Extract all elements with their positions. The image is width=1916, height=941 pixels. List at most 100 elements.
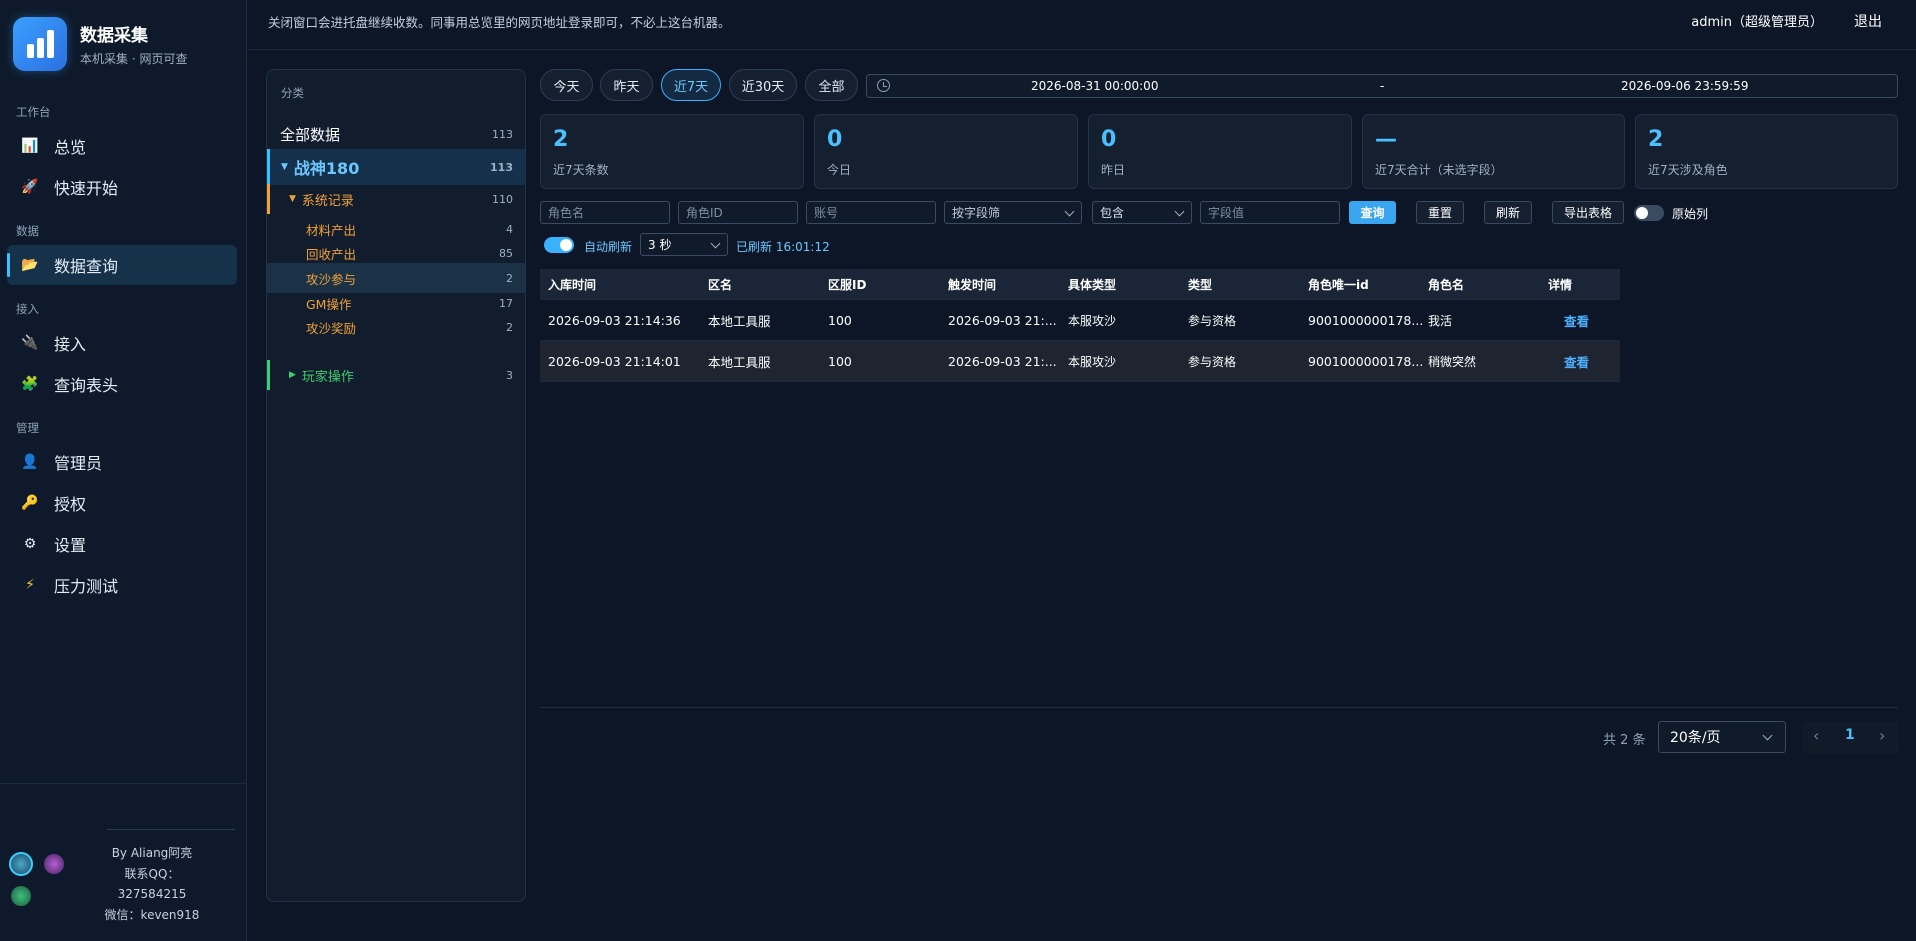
category-count: 113 (492, 127, 513, 141)
table-cell: 本服攻沙 (1068, 354, 1117, 369)
theme-dot-purple[interactable] (42, 852, 66, 876)
nav-item-license[interactable]: 🔑 授权 (7, 483, 237, 523)
pager: ‹ 1 › (1803, 721, 1899, 753)
range-all-button[interactable]: 全部 (805, 69, 858, 101)
query-button[interactable]: 查询 (1349, 201, 1396, 224)
category-all[interactable]: 全部数据 113 (267, 117, 525, 151)
column-header: 角色唯一id (1308, 277, 1369, 292)
auto-refresh-label: 自动刷新 (584, 240, 633, 254)
range-yesterday-button[interactable]: 昨天 (600, 69, 653, 101)
nav-item-admins[interactable]: 👤 管理员 (7, 442, 237, 482)
brand: 数据采集 本机采集 · 网页可查 (13, 17, 187, 71)
credit-block: By Aliang阿亮 联系QQ： 327584215 微信：keven918 (82, 843, 222, 925)
category-count: 4 (506, 222, 513, 236)
category-game[interactable]: ▼ 战神180 113 (267, 149, 525, 185)
credit-wechat: 微信：keven918 (104, 907, 200, 922)
nav-section-access: 接入 (16, 302, 39, 316)
view-detail-link[interactable]: 查看 (1564, 352, 1589, 371)
caret-right-icon: ▶ (289, 370, 296, 380)
refresh-button[interactable]: 刷新 (1484, 201, 1532, 224)
nav-item-query-headers[interactable]: 🧩 查询表头 (7, 364, 237, 404)
credit-qq-label: 联系QQ： (124, 866, 180, 881)
stat-value: 0 (827, 127, 843, 152)
nav-item-label: 数据查询 (54, 257, 119, 276)
category-label: 战神180 (293, 159, 360, 178)
key-icon: 🔑 (21, 495, 39, 511)
select-value: 按字段筛 (952, 206, 1001, 220)
table-cell: 9001000000178... (1308, 312, 1424, 328)
next-page-icon[interactable]: › (1879, 726, 1885, 745)
view-detail-link[interactable]: 查看 (1564, 311, 1589, 330)
nav-item-label: 快速开始 (54, 179, 119, 198)
admin-icon: 👤 (21, 454, 39, 470)
export-button[interactable]: 导出表格 (1552, 201, 1624, 224)
table-cell: 2026-09-03 21:14:01 (548, 353, 681, 369)
credit-author: By Aliang阿亮 (111, 846, 193, 860)
current-user: admin（超级管理员） (1691, 15, 1823, 30)
theme-dot-cyan[interactable] (9, 852, 33, 876)
tray-notice: 关闭窗口会进托盘继续收数。同事用总览里的网页地址登录即可，不必上这台机器。 (268, 15, 731, 30)
nav-item-quick-start[interactable]: 🚀 快速开始 (7, 167, 237, 207)
role-name-input[interactable]: 角色名 (540, 201, 670, 224)
column-header: 触发时间 (948, 277, 997, 292)
raw-columns-toggle[interactable] (1634, 205, 1664, 221)
match-mode-select[interactable]: 包含 (1092, 201, 1192, 224)
field-value-input[interactable]: 字段值 (1200, 201, 1340, 224)
nav-item-settings[interactable]: ⚙ 设置 (7, 524, 237, 564)
table-row: 2026-09-03 21:14:01 本地工具服 100 2026-09-03… (540, 341, 1620, 382)
page-number[interactable]: 1 (1845, 727, 1855, 743)
stat-value: 2 (1648, 127, 1664, 152)
chevron-down-icon (1762, 730, 1773, 741)
nav-section-data: 数据 (16, 224, 39, 238)
nav-item-data-query[interactable]: 📂 数据查询 (7, 245, 237, 285)
category-count: 2 (506, 320, 513, 334)
reset-button[interactable]: 重置 (1416, 201, 1464, 224)
range-today-button[interactable]: 今天 (540, 69, 593, 101)
nav-item-label: 接入 (54, 335, 87, 354)
date-range-picker[interactable]: 2026-08-31 00:00:00 - 2026-09-06 23:59:5… (866, 74, 1898, 98)
stat-card: 2 近7天条数 (540, 114, 804, 189)
puzzle-icon: 🧩 (21, 376, 39, 392)
auto-refresh-toggle[interactable] (544, 237, 574, 253)
field-filter-select[interactable]: 按字段筛 (944, 201, 1082, 224)
select-value: 3 秒 (648, 238, 672, 252)
date-range-end: 2026-09-06 23:59:59 (1621, 79, 1749, 93)
stat-value: 2 (553, 127, 569, 152)
refresh-interval-select[interactable]: 3 秒 (640, 233, 728, 256)
category-panel: 分类 全部数据 113 ▼ 战神180 113 ▼ 系统记录 110 材料产出 … (266, 69, 526, 902)
range-30days-button[interactable]: 近30天 (729, 69, 797, 101)
table-cell: 参与资格 (1188, 313, 1237, 328)
column-header: 类型 (1188, 277, 1213, 292)
nav-item-overview[interactable]: 📊 总览 (7, 126, 237, 166)
role-id-input[interactable]: 角色ID (678, 201, 798, 224)
nav-item-stress-test[interactable]: ⚡ 压力测试 (7, 565, 237, 605)
stat-card: — 近7天合计（未选字段） (1362, 114, 1625, 189)
nav-item-access[interactable]: 🔌 接入 (7, 323, 237, 363)
prev-page-icon[interactable]: ‹ (1813, 726, 1819, 745)
account-input[interactable]: 账号 (806, 201, 936, 224)
category-count: 17 (499, 296, 513, 310)
category-system-records[interactable]: ▼ 系统记录 110 (267, 184, 525, 214)
nav-section-workbench: 工作台 (16, 105, 51, 119)
stat-label: 近7天条数 (553, 163, 609, 177)
logout-button[interactable]: 退出 (1854, 11, 1882, 31)
date-range-separator: - (1380, 79, 1385, 93)
nav-item-label: 管理员 (54, 454, 103, 473)
theme-dot-green[interactable] (9, 884, 33, 908)
table-cell: 本地工具服 (708, 354, 771, 370)
range-7days-button[interactable]: 近7天 (661, 69, 721, 101)
category-label: 系统记录 (301, 193, 354, 209)
category-count: 2 (506, 271, 513, 285)
table-header-row: 入库时间 区名 区服ID 触发时间 具体类型 类型 角色唯一id 角色名 详情 (540, 269, 1620, 300)
table-cell: 2026-09-03 21:... (948, 353, 1057, 369)
column-header: 区服ID (828, 277, 867, 292)
nav-item-label: 设置 (54, 536, 87, 555)
nav-item-label: 查询表头 (54, 376, 119, 395)
category-header: 分类 (281, 86, 304, 100)
category-count: 113 (490, 160, 513, 174)
category-sub-item[interactable]: 攻沙奖励 2 (267, 312, 525, 342)
category-player-actions[interactable]: ▶ 玩家操作 3 (267, 360, 525, 390)
table-cell: 参与资格 (1188, 354, 1237, 369)
page-size-select[interactable]: 20条/页 (1658, 721, 1786, 753)
category-count: 85 (499, 246, 513, 260)
